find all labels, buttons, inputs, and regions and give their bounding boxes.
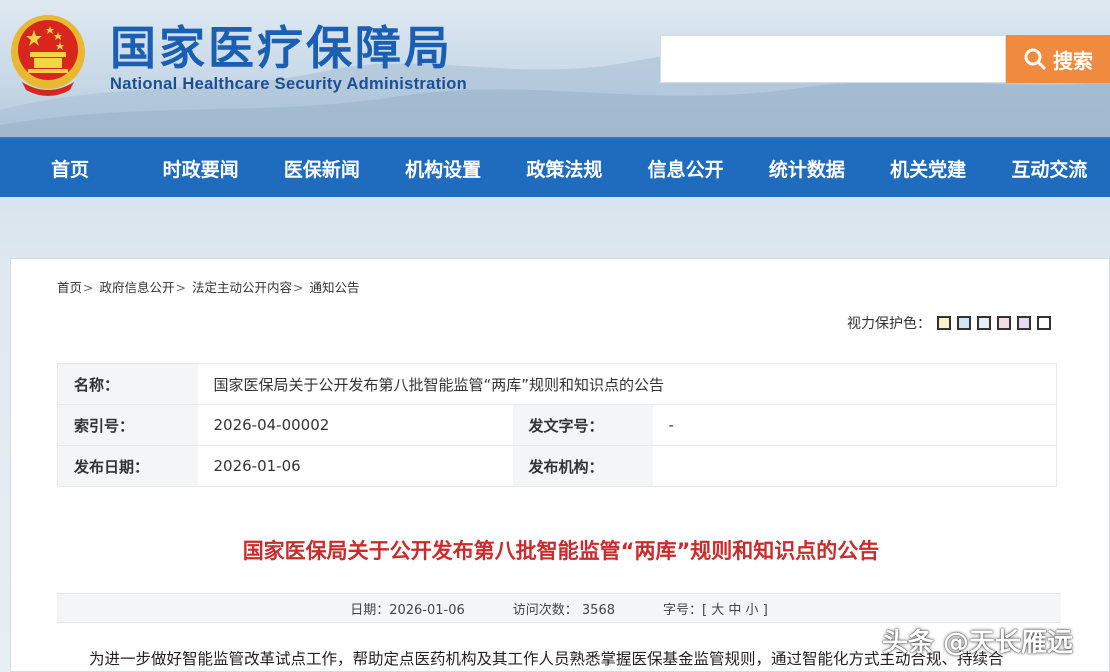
name-value: 国家医保局关于公开发布第八批智能监管“两库”规则和知识点的公告 xyxy=(197,363,1057,405)
article-title: 国家医保局关于公开发布第八批智能监管“两库”规则和知识点的公告 xyxy=(242,539,880,563)
search-input[interactable] xyxy=(660,35,1006,83)
font-size-medium[interactable]: 中 xyxy=(728,603,741,618)
breadcrumb-separator: > xyxy=(292,280,304,295)
article-date: 日期：2026-01-06 xyxy=(350,602,465,618)
nav-item-home[interactable]: 首页 xyxy=(0,139,140,197)
index-label: 索引号： xyxy=(57,404,198,446)
org-value xyxy=(652,445,1057,487)
breadcrumb-home[interactable]: 首页 xyxy=(57,280,82,295)
font-size-end: ] xyxy=(762,602,768,618)
color-swatch-white[interactable] xyxy=(1037,316,1051,330)
date-label: 发布日期： xyxy=(57,445,198,487)
site-subtitle: National Healthcare Security Administrat… xyxy=(110,75,468,93)
content-panel: 首页> 政府信息公开> 法定主动公开内容> 通知公告 视力保护色： 名称： 国家… xyxy=(10,258,1110,672)
doc-no-value: - xyxy=(652,404,1057,446)
breadcrumb-separator: > xyxy=(175,280,186,295)
nav-item-interaction[interactable]: 互动交流 xyxy=(989,139,1110,197)
watermark: 头条 @天长雁远 xyxy=(882,628,1074,658)
breadcrumb-notices[interactable]: 通知公告 xyxy=(309,280,359,295)
breadcrumb-separator: > xyxy=(83,280,94,295)
eye-care-colors: 视力保护色： xyxy=(847,313,1051,333)
nav-item-disclosure[interactable]: 信息公开 xyxy=(625,139,746,197)
table-row: 发布日期： 2026-01-06 发布机构： xyxy=(57,445,1057,487)
doc-no-label: 发文字号： xyxy=(512,404,653,446)
breadcrumb-gov-info[interactable]: 政府信息公开 xyxy=(99,280,174,295)
font-size-controls: 字号：[ 大 中 小 ] xyxy=(663,599,768,618)
table-row: 名称： 国家医保局关于公开发布第八批智能监管“两库”规则和知识点的公告 xyxy=(57,363,1057,405)
article-info-bar: 日期：2026-01-06 访问次数： 3568 字号：[ 大 中 小 ] xyxy=(57,593,1061,623)
table-row: 索引号： 2026-04-00002 发文字号： - xyxy=(57,404,1057,446)
nav-item-policy[interactable]: 政策法规 xyxy=(504,139,625,197)
index-value: 2026-04-00002 xyxy=(197,404,513,446)
color-swatch-gray[interactable] xyxy=(977,316,991,330)
nav-item-organization[interactable]: 机构设置 xyxy=(383,139,504,197)
nav-item-politics[interactable]: 时政要闻 xyxy=(140,139,261,197)
metadata-table: 名称： 国家医保局关于公开发布第八批智能监管“两库”规则和知识点的公告 索引号：… xyxy=(57,363,1057,487)
font-size-label: 字号：[ xyxy=(663,602,708,618)
search-button-label: 搜索 xyxy=(1053,48,1093,73)
breadcrumb-statutory[interactable]: 法定主动公开内容 xyxy=(192,280,292,295)
color-swatch-yellow[interactable] xyxy=(937,316,951,330)
main-nav: 首页 时政要闻 医保新闻 机构设置 政策法规 信息公开 统计数据 机关党建 互动… xyxy=(0,137,1110,197)
national-emblem-icon xyxy=(11,15,85,96)
site-header: 国家医疗保障局 National Healthcare Security Adm… xyxy=(0,0,1110,137)
nav-item-party[interactable]: 机关党建 xyxy=(868,139,989,197)
color-swatch-purple[interactable] xyxy=(1017,316,1031,330)
name-label: 名称： xyxy=(57,363,198,405)
nav-item-statistics[interactable]: 统计数据 xyxy=(746,139,867,197)
org-label: 发布机构： xyxy=(512,445,653,487)
article-visits: 访问次数： 3568 xyxy=(512,602,615,618)
date-value: 2026-01-06 xyxy=(197,445,513,487)
search-icon xyxy=(1024,48,1046,70)
color-swatch-pink[interactable] xyxy=(997,316,1011,330)
eye-care-label: 视力保护色： xyxy=(847,316,931,332)
color-swatch-blue[interactable] xyxy=(957,316,971,330)
search-button[interactable]: 搜索 xyxy=(1006,35,1110,83)
font-size-small[interactable]: 小 xyxy=(746,603,759,618)
breadcrumb: 首页> 政府信息公开> 法定主动公开内容> 通知公告 xyxy=(57,277,359,296)
site-title: 国家医疗保障局 xyxy=(110,21,453,75)
font-size-large[interactable]: 大 xyxy=(711,603,724,618)
nav-item-news[interactable]: 医保新闻 xyxy=(261,139,382,197)
